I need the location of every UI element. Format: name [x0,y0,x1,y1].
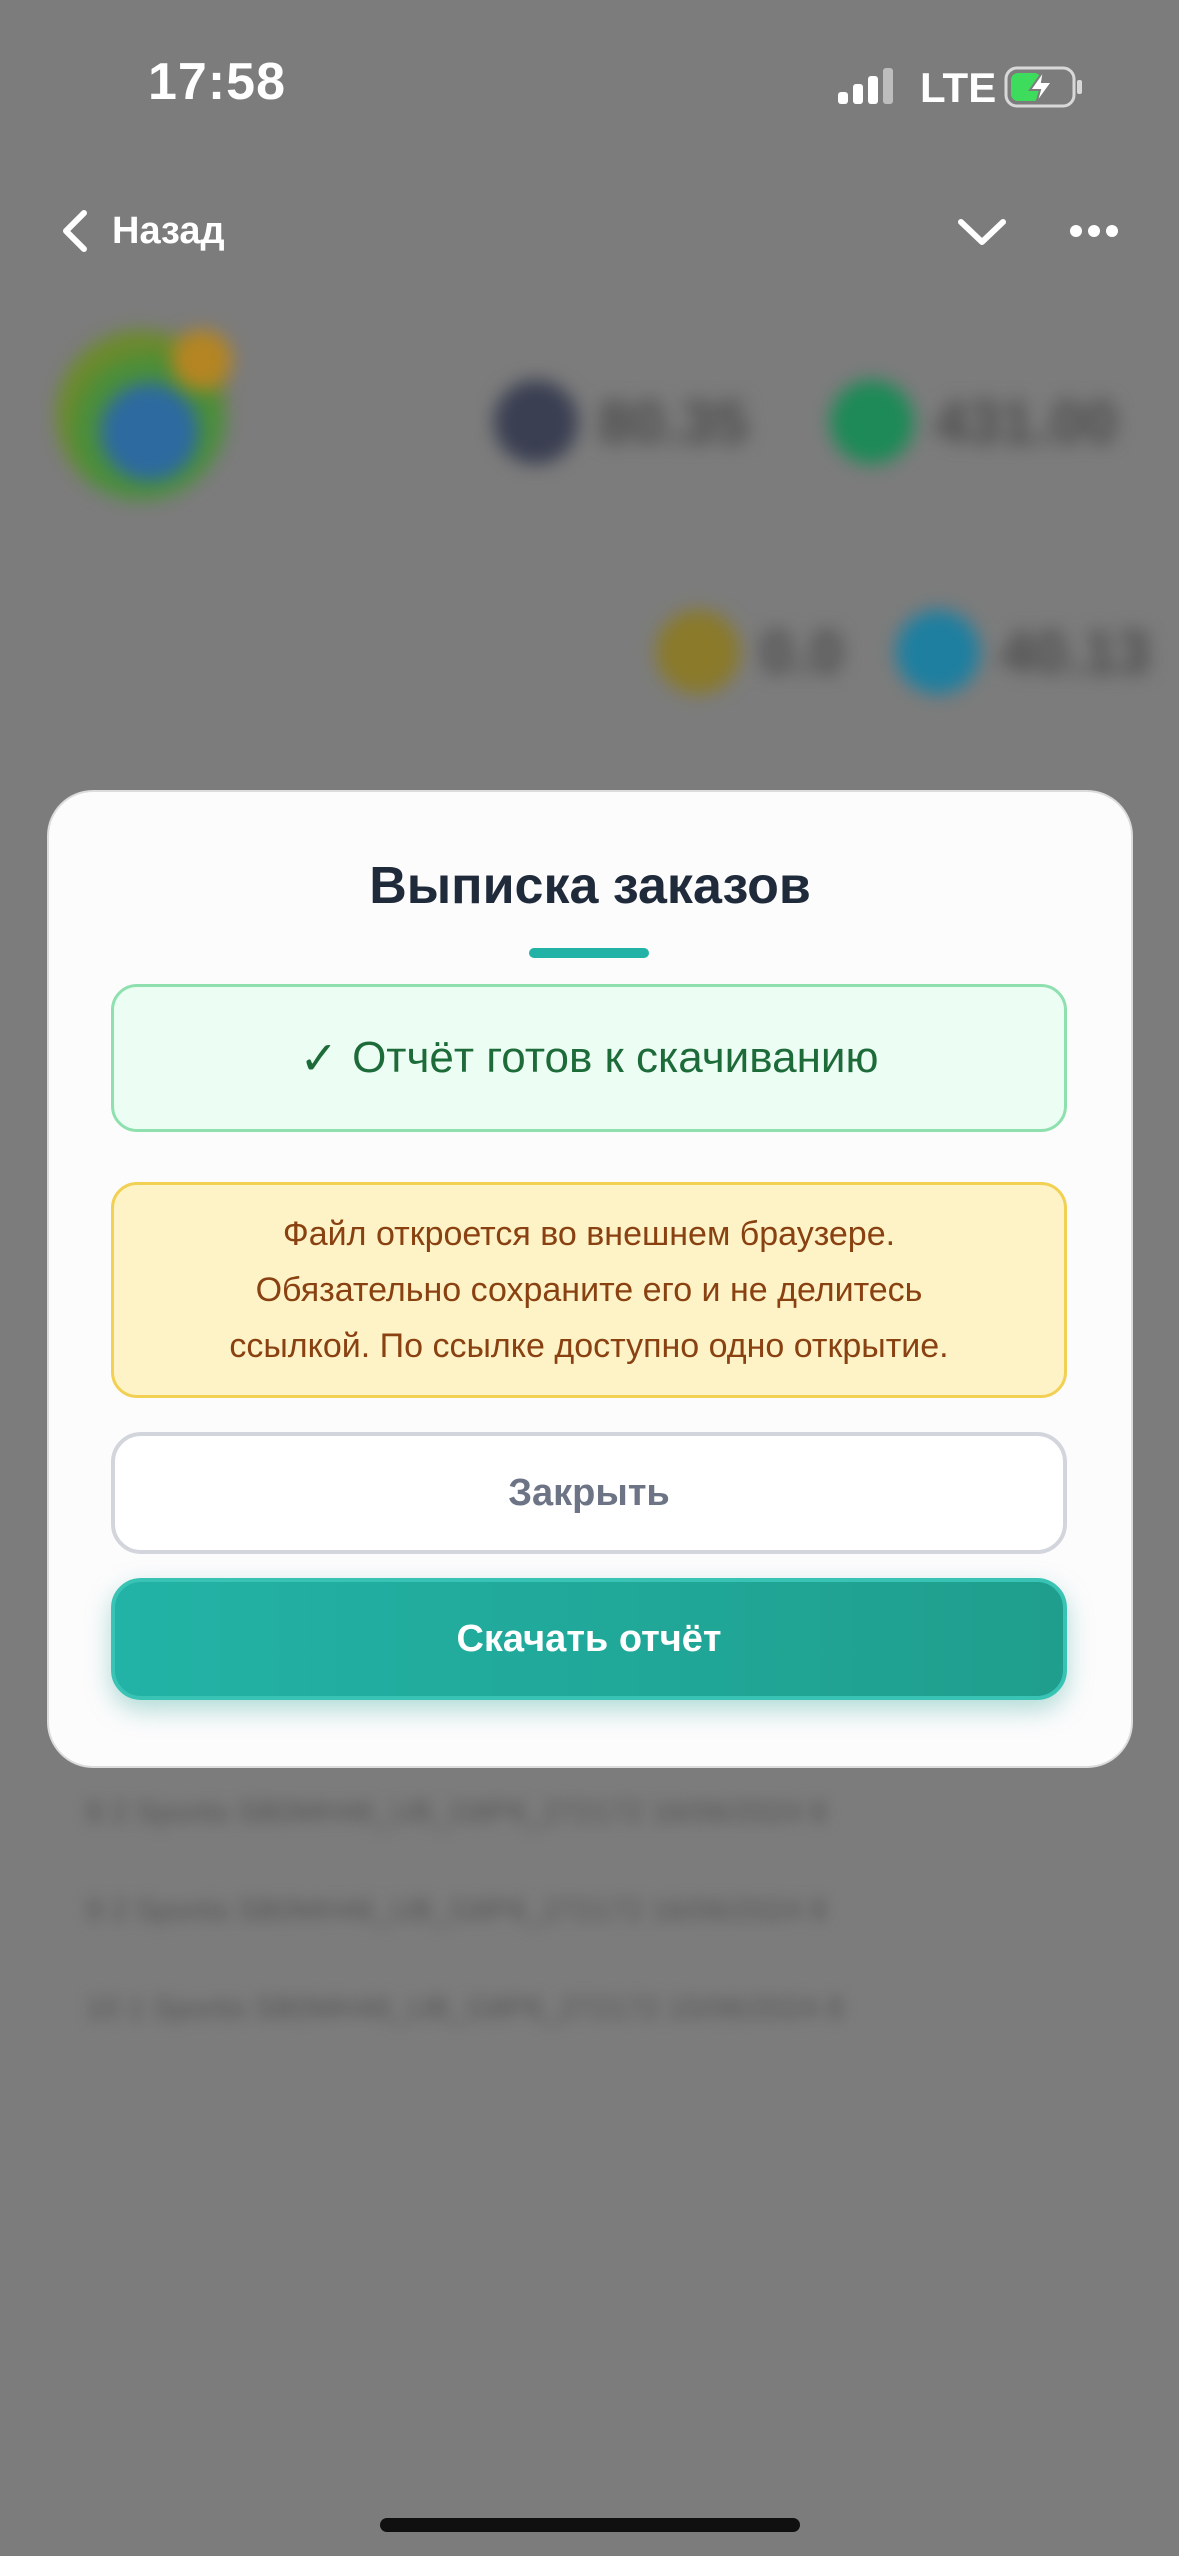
modal-title: Выписка заказов [369,857,811,915]
title-underline [529,948,649,958]
warning-line: Файл откроется во внешнем браузере. [282,1215,896,1253]
back-label: Назад [112,209,225,252]
table-row: 8 2 Sportis SB0MH46_UB_G8P6_272172 16/06… [86,1796,827,1829]
warning-banner: Файл откроется во внешнем браузере. Обяз… [111,1182,1067,1398]
chevron-down-icon [958,219,1006,245]
chip-icon [494,380,578,464]
download-report-button[interactable]: Скачать отчёт [111,1578,1067,1700]
balance-chip: 0.0 [656,610,843,694]
chip-icon [830,380,914,464]
network-type: LTE [920,64,997,111]
warning-line: ссылкой. По ссылке доступно одно открыти… [229,1327,949,1365]
more-button[interactable] [1053,190,1135,272]
chip-icon [656,610,740,694]
app-screen: 17:58 LTE Назад 80.35 431.00 0.0 40.13 8… [0,0,1179,2556]
signal-bars-icon [838,68,893,104]
close-button[interactable]: Закрыть [111,1432,1067,1554]
balance-chip: 80.35 [494,380,748,464]
notification-badge [172,330,232,390]
balance-chip: 40.13 [896,610,1150,694]
chip-value: 0.0 [760,618,844,686]
close-label: Закрыть [508,1471,670,1514]
chip-value: 431.00 [934,388,1118,456]
chip-value: 40.13 [1000,618,1151,686]
chip-value: 80.35 [598,388,749,456]
collapse-button[interactable] [941,190,1023,272]
success-banner: ✓ Отчёт готов к скачиванию [111,984,1067,1132]
download-label: Скачать отчёт [456,1617,722,1660]
check-icon: ✓ [299,1032,339,1084]
table-row: 9 2 Sportis SB0MH46_UB_G8P6_272172 16/06… [86,1894,827,1927]
warning-line: Обязательно сохраните его и не делитесь [255,1271,923,1309]
chip-icon [896,610,980,694]
status-time: 17:58 [148,53,286,111]
battery-charging-icon [1004,66,1082,108]
success-text: Отчёт готов к скачиванию [352,1033,879,1082]
status-bar: 17:58 LTE [0,0,1179,170]
chevron-left-icon [63,210,87,252]
nav-actions [941,190,1135,272]
back-button[interactable]: Назад [60,196,225,266]
home-indicator[interactable] [380,2518,800,2532]
balance-chip: 431.00 [830,380,1118,464]
more-horizontal-icon [1070,225,1118,237]
report-modal: Выписка заказов ✓ Отчёт готов к скачиван… [49,792,1131,1766]
table-row: 10 1 Sportis SB0MH46_UB_G8P6_272172 15/0… [86,1992,844,2025]
